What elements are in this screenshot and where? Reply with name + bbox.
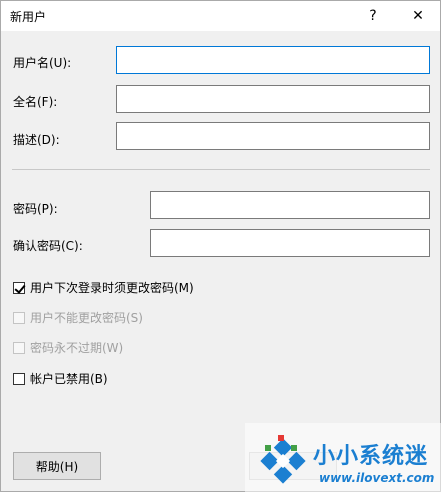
checkbox-label: 帐户已禁用(B) — [30, 372, 108, 386]
close-icon: ✕ — [412, 8, 424, 24]
description-input[interactable] — [116, 122, 430, 150]
title-bar: 新用户 ? ✕ — [1, 1, 440, 31]
checkbox-label: 用户下次登录时须更改密码(M) — [30, 281, 194, 295]
checkmark-icon — [14, 281, 26, 294]
description-label: 描述(D): — [13, 133, 60, 147]
fullname-input[interactable] — [116, 85, 430, 113]
password-input[interactable] — [150, 191, 430, 219]
checkbox-label: 用户不能更改密码(S) — [30, 311, 143, 325]
checkbox-box[interactable] — [13, 372, 25, 385]
username-input[interactable] — [116, 46, 430, 74]
checkbox-account-disabled[interactable]: 帐户已禁用(B) — [13, 370, 108, 387]
checkbox-cannot-change-password[interactable]: 用户不能更改密码(S) — [13, 309, 143, 326]
help-button-titlebar[interactable]: ? — [351, 1, 395, 31]
checkbox-box[interactable] — [13, 341, 25, 354]
username-label: 用户名(U): — [13, 56, 72, 70]
close-button[interactable]: ✕ — [396, 1, 440, 31]
fullname-label: 全名(F): — [13, 95, 58, 109]
password-label: 密码(P): — [13, 202, 58, 216]
dialog-title: 新用户 — [10, 10, 47, 24]
question-icon: ? — [369, 8, 377, 24]
help-button[interactable]: 帮助(H) — [13, 452, 101, 480]
watermark-url: www.ilovext.com — [319, 471, 435, 485]
checkbox-password-never-expires[interactable]: 密码永不过期(W) — [13, 339, 123, 356]
confirm-password-input[interactable] — [150, 229, 430, 257]
checkbox-must-change-password[interactable]: 用户下次登录时须更改密码(M) — [13, 279, 194, 296]
separator — [12, 169, 430, 170]
checkbox-label: 密码永不过期(W) — [30, 341, 124, 355]
new-user-dialog: 新用户 ? ✕ 用户名(U): 全名(F): 描述(D): 密码(P): 确认密… — [0, 0, 441, 493]
checkbox-box[interactable] — [13, 311, 25, 324]
confirm-password-label: 确认密码(C): — [13, 239, 83, 253]
checkbox-box[interactable] — [13, 281, 26, 294]
watermark-brand: 小小系统迷 — [313, 444, 429, 469]
